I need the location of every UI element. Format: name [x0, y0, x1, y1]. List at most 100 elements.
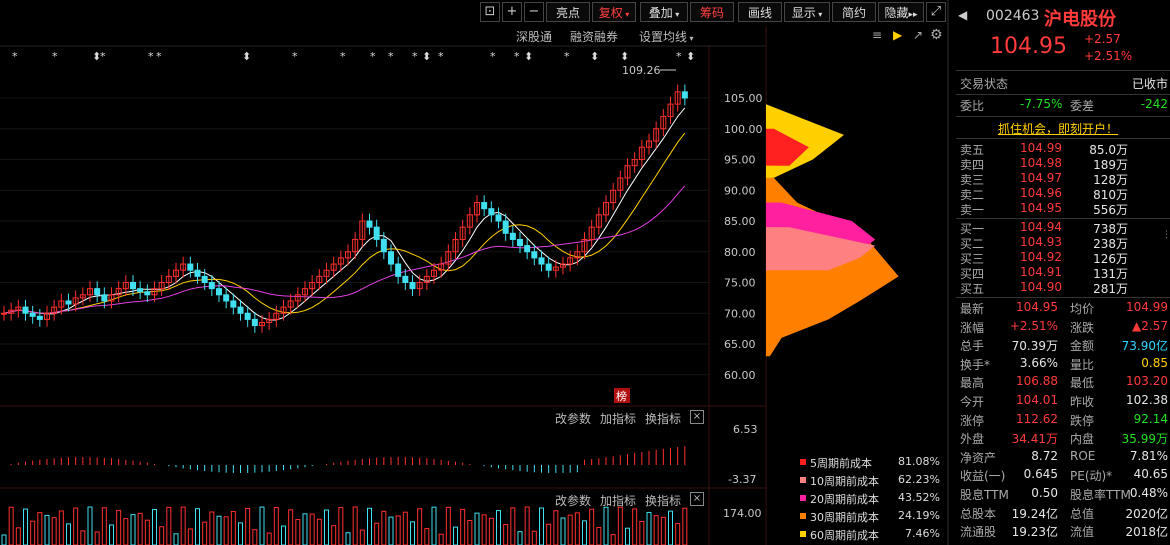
macd-tick-low: -3.37	[728, 473, 756, 486]
event-marker: *	[340, 50, 346, 63]
bid-row[interactable]: 买五 104.90 281万	[960, 280, 1168, 298]
last-price: 104.95	[990, 34, 1067, 59]
moving-averages	[3, 107, 686, 321]
price-tick-label: 80.00	[724, 246, 756, 259]
macd-switch-indicator-link[interactable]: 换指标	[645, 410, 681, 427]
volume-bar	[668, 510, 673, 545]
volume-bar	[481, 514, 487, 545]
order-ratio-value: -7.75%	[1020, 97, 1063, 111]
event-marker: *	[100, 50, 106, 63]
volume-indicator	[1, 506, 688, 545]
macd-edit-params-link[interactable]: 改参数	[555, 410, 591, 427]
volume-bar	[653, 515, 659, 545]
vol-switch-indicator-link[interactable]: 换指标	[645, 492, 681, 509]
candle-body	[223, 294, 230, 302]
volume-bar	[646, 511, 652, 545]
price-tick-label: 90.00	[724, 184, 756, 197]
volume-bar	[238, 522, 243, 545]
stat-row: 最新 104.95 均价 104.99	[960, 300, 1168, 318]
quote-panel: ◀ 002463 沪电股份 104.95 +2.57 +2.51% 交易状态 已…	[956, 0, 1170, 545]
stat-value: 34.41万	[1011, 432, 1058, 447]
volume-bar	[374, 522, 380, 545]
stat-row: 收益(一) 0.645 PE(动)* 40.65	[960, 467, 1168, 485]
volume-bar	[517, 531, 523, 545]
prev-stock-icon[interactable]: ◀	[958, 8, 967, 22]
candle-body	[29, 312, 36, 317]
volume-bar	[123, 518, 129, 545]
stat-row: 总股本 19.24亿 总值 2020亿	[960, 505, 1168, 523]
stat-value: 19.23亿	[1011, 525, 1058, 540]
legend-swatch	[800, 477, 806, 483]
volume-bar	[331, 525, 337, 545]
candle-body	[36, 315, 43, 320]
stat-label: 总手	[960, 339, 985, 354]
volume-bar	[503, 524, 509, 545]
vol-add-indicator-link[interactable]: 加指标	[600, 492, 636, 509]
level-price: 104.90	[1020, 280, 1062, 294]
volume-bar	[273, 507, 279, 545]
stat-value: 8.72	[1031, 448, 1058, 463]
volume-bar	[15, 527, 21, 545]
volume-bar	[560, 517, 566, 545]
stat-label: PE(动)*	[1070, 469, 1113, 484]
volume-bar	[316, 518, 322, 545]
level-volume: 556万	[1093, 203, 1128, 217]
chips-legend-item: 10周期前成本 62.23%	[800, 473, 940, 489]
ask-row[interactable]: 卖一 104.95 556万	[960, 201, 1168, 219]
high-price-annotation: 109.26	[622, 64, 661, 77]
volume-bar	[417, 508, 423, 545]
open-account-link[interactable]: 抓住机会，即刻开户！	[998, 120, 1118, 137]
event-marker: *	[12, 50, 18, 63]
stat-row: 流通股 19.23亿 流值 2018亿	[960, 523, 1168, 541]
volume-bar	[144, 519, 150, 545]
stat-value: 70.39万	[1011, 339, 1058, 354]
stat-label: 涨停	[960, 413, 985, 428]
stat-label: 总值	[1070, 506, 1095, 521]
stock-code: 002463	[986, 8, 1040, 24]
event-marker: ⬍	[422, 50, 431, 63]
chips-legend-item: 30周期前成本 24.19%	[800, 509, 940, 525]
volume-bar	[496, 510, 501, 545]
level-price: 104.93	[1020, 235, 1062, 249]
legend-swatch	[800, 459, 806, 465]
volume-bar	[87, 506, 93, 545]
stat-label: 昨收	[1070, 395, 1095, 409]
volume-bar	[524, 506, 530, 545]
volume-bar	[137, 512, 143, 545]
volume-bar	[309, 513, 315, 545]
vol-close-icon[interactable]: ×	[690, 492, 704, 506]
order-diff-value: -242	[1140, 97, 1168, 111]
event-markers: * * ⬍* * * ⬍ * * * * * ⬍ * * * ⬍ * ⬍ ⬍ * ⬍	[12, 50, 695, 63]
price-tick-label: 95.00	[724, 154, 756, 167]
vol-edit-params-link[interactable]: 改参数	[555, 492, 591, 509]
volume-bar	[632, 508, 638, 545]
volume-bar	[488, 517, 494, 545]
macd-add-indicator-link[interactable]: 加指标	[600, 410, 636, 427]
volume-bar	[381, 510, 387, 545]
candle-body	[201, 275, 208, 284]
stat-row: 总手 70.39万 金额 73.90亿	[960, 337, 1168, 355]
price-axis: 105.00 100.00 95.00 90.00 85.00 80.00 75.00 70.…	[724, 92, 763, 382]
stat-value: 104.99	[1126, 300, 1168, 314]
candle-body	[517, 238, 523, 247]
volume-bar	[1, 534, 7, 545]
stock-name: 沪电股份	[1044, 9, 1116, 30]
volume-bar	[625, 527, 630, 545]
volume-bar	[453, 526, 458, 545]
volume-bar	[245, 507, 251, 545]
scroll-indicator[interactable]: ⋮	[1162, 230, 1170, 240]
price-tick-label: 70.00	[724, 307, 756, 320]
stat-label: 跌停	[1070, 413, 1095, 428]
price-tick-label: 105.00	[724, 92, 763, 105]
volume-bar	[431, 506, 437, 545]
volume-bar	[682, 507, 688, 545]
macd-close-icon[interactable]: ×	[690, 410, 704, 424]
volume-bar	[660, 516, 666, 545]
stat-label: 最低	[1070, 376, 1095, 391]
event-marker: ⬍	[524, 50, 533, 63]
event-marker: ⬍	[686, 50, 695, 63]
event-marker: *	[412, 50, 418, 63]
candle-body	[545, 263, 552, 271]
rank-badge[interactable]: 榜	[616, 389, 627, 403]
chips-legend-item: 5周期前成本 81.08%	[800, 455, 940, 471]
